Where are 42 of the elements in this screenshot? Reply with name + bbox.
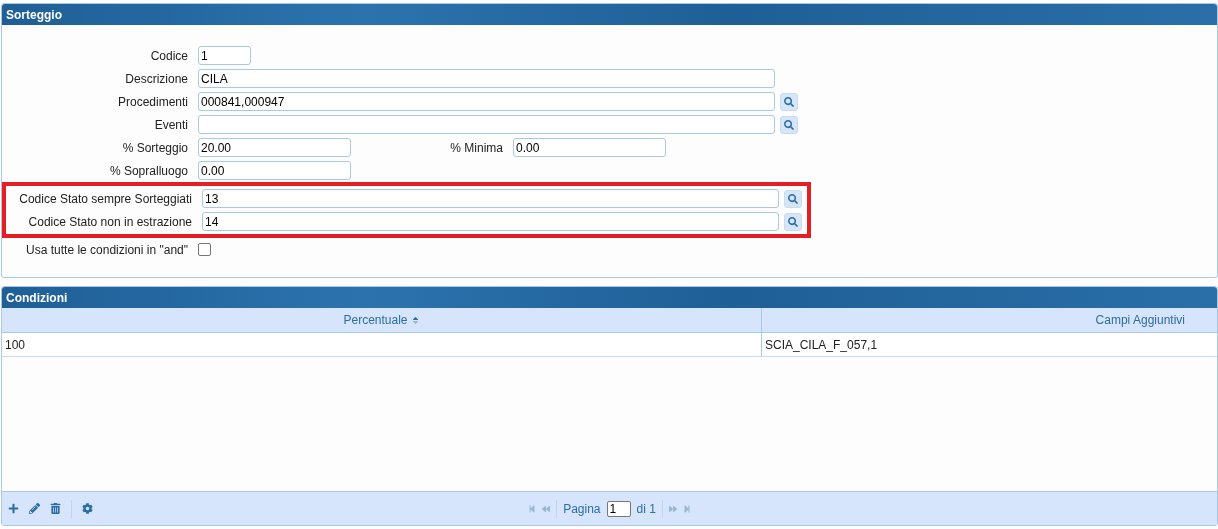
- field-label: Procedimenti: [116, 94, 189, 109]
- table-cell: 100: [2, 333, 762, 356]
- field-label: Eventi: [153, 117, 189, 132]
- page-field[interactable]: 1: [606, 500, 631, 517]
- field-label: % Sopralluogo: [108, 163, 189, 178]
- column-header[interactable]: Campi Aggiuntivi: [1095, 313, 1185, 327]
- text-field[interactable]: 20.00: [198, 138, 351, 157]
- text-field[interactable]: 0.00: [513, 138, 666, 157]
- text-field[interactable]: 13: [202, 189, 779, 208]
- field-label: Codice Stato non in estrazione: [27, 214, 193, 229]
- field-label: Codice: [149, 48, 189, 63]
- text-field[interactable]: 000841,000947: [198, 92, 775, 111]
- field-label: Descrizione: [124, 71, 189, 86]
- checkbox[interactable]: [198, 243, 211, 256]
- field-label: Usa tutte le condizioni in "and": [25, 242, 189, 257]
- column-header[interactable]: Percentuale: [343, 313, 408, 327]
- search-button[interactable]: [784, 212, 802, 231]
- page-label: Pagina: [563, 501, 601, 516]
- delete-button[interactable]: [50, 503, 61, 514]
- search-icon: [784, 119, 794, 130]
- text-field[interactable]: 1: [198, 46, 251, 65]
- field-label: % Sorteggio: [121, 140, 189, 155]
- search-button[interactable]: [780, 92, 798, 111]
- search-button[interactable]: [784, 189, 802, 208]
- field-label: % Minima: [449, 140, 504, 155]
- sort-icon: [410, 315, 420, 325]
- panel-header: Condizioni: [2, 287, 1217, 308]
- text-field[interactable]: 0.00: [198, 161, 351, 180]
- panel-header: Sorteggio: [2, 4, 1217, 25]
- page-total: di 1: [636, 501, 656, 516]
- search-icon: [788, 216, 798, 227]
- text-field[interactable]: [198, 115, 775, 134]
- settings-button[interactable]: [82, 503, 93, 514]
- edit-button[interactable]: [29, 503, 40, 514]
- search-icon: [784, 96, 794, 107]
- field-label: Codice Stato sempre Sorteggiati: [18, 191, 193, 206]
- table-cell-text: SCIA_CILA_F_057,1: [764, 336, 879, 354]
- search-icon: [788, 193, 798, 204]
- search-button[interactable]: [780, 115, 798, 134]
- add-button[interactable]: [8, 503, 19, 514]
- text-field[interactable]: 14: [202, 212, 779, 231]
- text-field[interactable]: CILA: [198, 69, 775, 88]
